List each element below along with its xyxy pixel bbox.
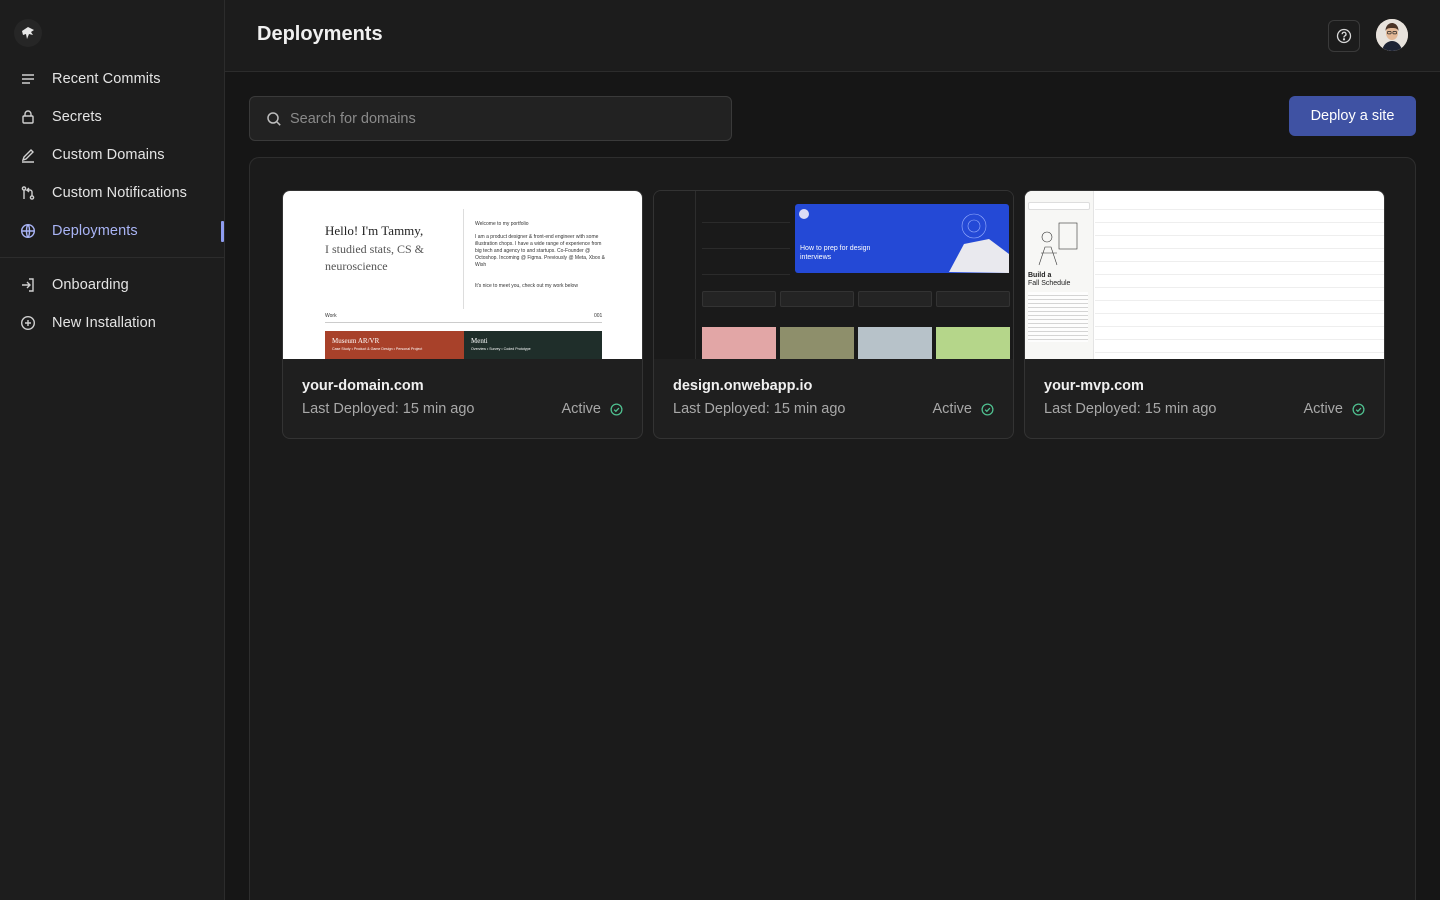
deployment-card[interactable]: Build a Fall Schedule your-mvp.com Last … (1024, 190, 1385, 439)
last-deployed: Last Deployed: 15 min ago (302, 401, 475, 417)
sidebar-item-secrets[interactable]: Secrets (0, 98, 224, 136)
deploy-site-button[interactable]: Deploy a site (1289, 96, 1416, 136)
sidebar-item-deployments[interactable]: Deployments (0, 212, 224, 250)
preview-title-line: Build a (1028, 272, 1052, 279)
last-deployed: Last Deployed: 15 min ago (673, 401, 846, 417)
page-title: Deployments (257, 23, 383, 45)
site-preview: Build a Fall Schedule (1025, 191, 1384, 359)
login-icon (20, 277, 36, 293)
site-preview: How to prep for design interviews (654, 191, 1013, 359)
sidebar-item-custom-domains[interactable]: Custom Domains (0, 136, 224, 174)
globe-icon (20, 223, 36, 239)
preview-bio: Welcome to my portfolio I am a product d… (475, 221, 605, 289)
deployment-domain[interactable]: your-mvp.com (1044, 378, 1144, 394)
status-badge: Active (1304, 401, 1366, 417)
check-circle-icon (981, 402, 994, 416)
sidebar-item-label: New Installation (52, 315, 156, 331)
search-bar[interactable] (249, 96, 732, 141)
check-circle-icon (1352, 402, 1365, 416)
git-pull-icon (20, 185, 36, 201)
deployment-card[interactable]: How to prep for design interviews design… (653, 190, 1014, 439)
sidebar-divider (0, 257, 224, 258)
logo-icon (22, 27, 34, 39)
search-icon (267, 111, 281, 126)
preview-banner: How to prep for design interviews (795, 204, 1009, 273)
sidebar-item-label: Custom Notifications (52, 185, 187, 201)
status-badge: Active (562, 401, 624, 417)
sidebar: Recent Commits Secrets Custom Domains Cu… (0, 0, 225, 900)
preview-work-label: Work (325, 313, 337, 319)
status-badge: Active (933, 401, 995, 417)
site-preview: Hello! I'm Tammy, I studied stats, CS & … (283, 191, 642, 359)
list-icon (20, 71, 36, 87)
last-deployed: Last Deployed: 15 min ago (1044, 401, 1217, 417)
sidebar-item-label: Custom Domains (52, 147, 165, 163)
deployment-card[interactable]: Hello! I'm Tammy, I studied stats, CS & … (282, 190, 643, 439)
help-button[interactable] (1328, 20, 1360, 52)
lock-icon (20, 109, 36, 125)
sidebar-item-new-installation[interactable]: New Installation (0, 304, 224, 342)
plus-circle-icon (20, 315, 36, 331)
app-logo[interactable] (14, 19, 42, 47)
top-header: Deployments (225, 0, 1440, 72)
preview-title-line: Fall Schedule (1028, 280, 1071, 287)
deployment-domain[interactable]: your-domain.com (302, 378, 424, 394)
search-input[interactable] (290, 110, 690, 127)
sidebar-item-recent-commits[interactable]: Recent Commits (0, 60, 224, 98)
sidebar-item-label: Onboarding (52, 277, 129, 293)
preview-subtitle: I studied stats, CS & neuroscience (325, 242, 425, 273)
deployment-domain[interactable]: design.onwebapp.io (673, 378, 812, 394)
sidebar-item-label: Secrets (52, 109, 102, 125)
sidebar-item-onboarding[interactable]: Onboarding (0, 266, 224, 304)
pen-icon (20, 147, 36, 163)
sidebar-item-label: Deployments (52, 223, 138, 239)
preview-greeting: Hello! I'm Tammy, (325, 223, 424, 238)
check-circle-icon (610, 402, 623, 416)
deployments-panel: Hello! I'm Tammy, I studied stats, CS & … (249, 157, 1416, 900)
sidebar-item-custom-notifications[interactable]: Custom Notifications (0, 174, 224, 212)
preview-project-card: Menti Overview • Survey • Coded Prototyp… (464, 331, 602, 359)
help-icon (1336, 28, 1352, 44)
preview-project-card: Museum AR/VR Case Study • Product & Game… (325, 331, 464, 359)
preview-work-count: 001 (594, 313, 603, 319)
sidebar-item-label: Recent Commits (52, 71, 161, 87)
avatar[interactable] (1376, 19, 1408, 51)
